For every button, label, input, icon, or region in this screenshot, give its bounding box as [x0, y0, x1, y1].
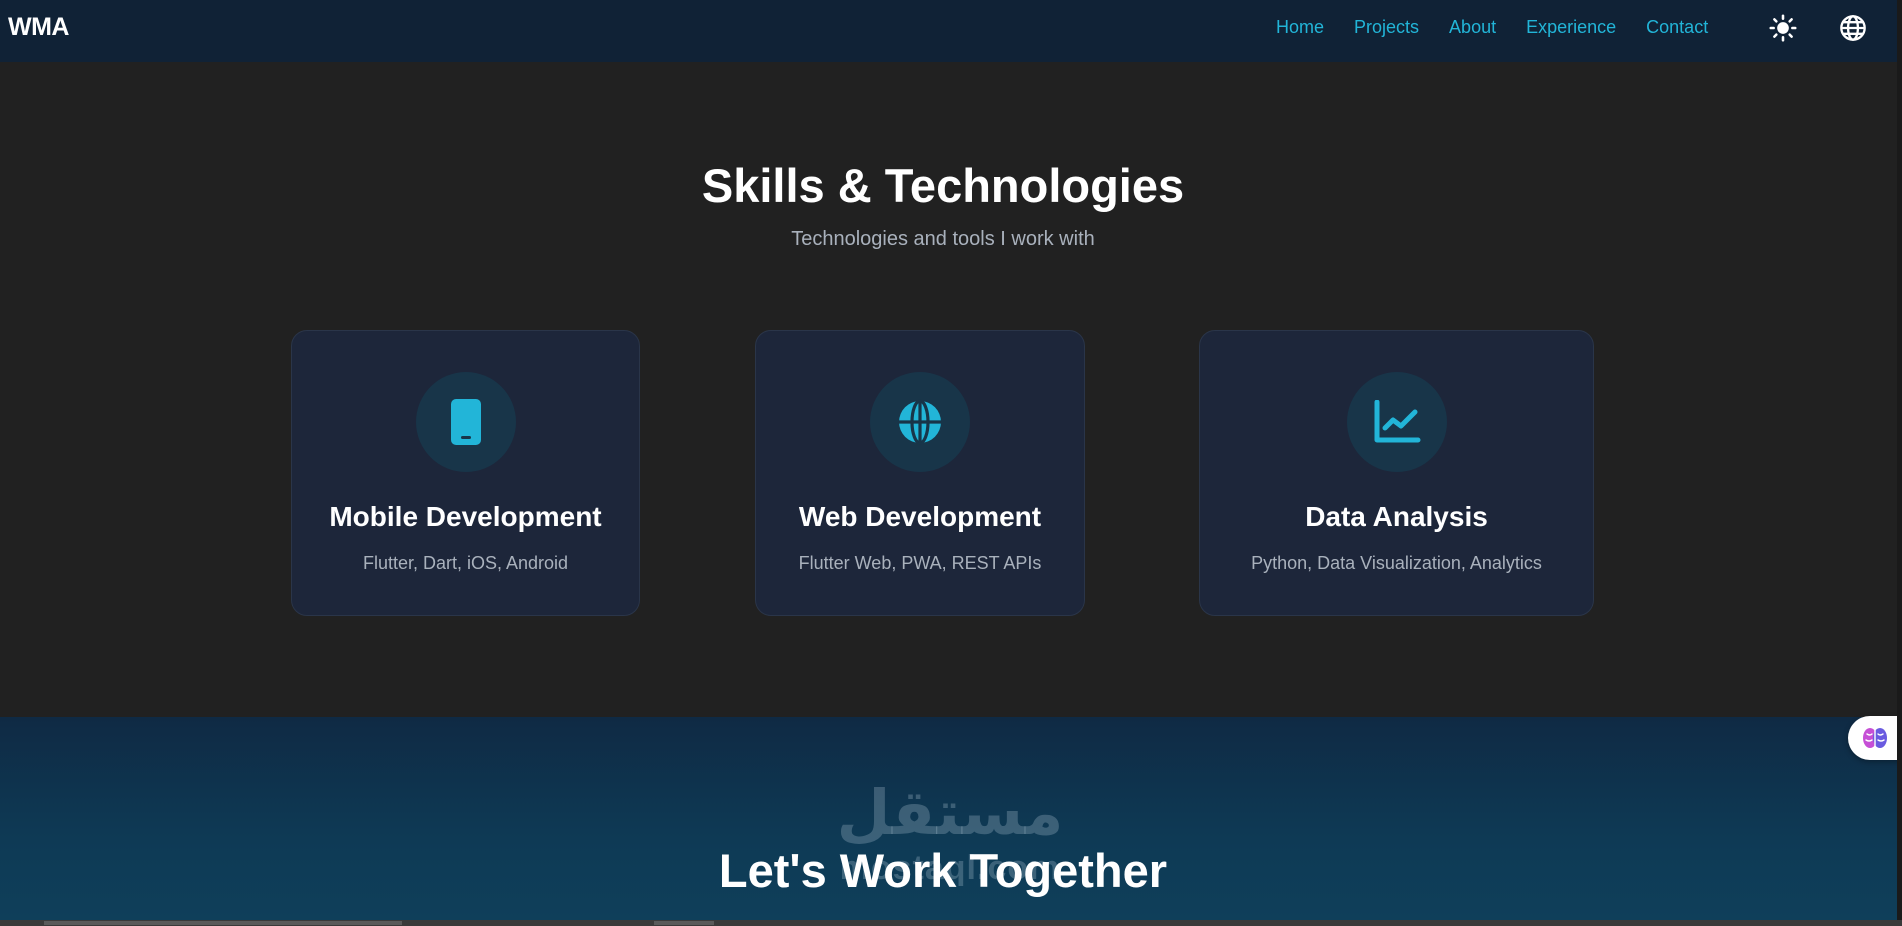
nav-link-home[interactable]: Home — [1276, 16, 1324, 38]
skill-card-mobile: Mobile Development Flutter, Dart, iOS, A… — [291, 330, 640, 616]
skills-subtitle: Technologies and tools I work with — [791, 228, 1095, 250]
skill-card-web: Web Development Flutter Web, PWA, REST A… — [755, 330, 1085, 616]
cta-section: مستقل mostaql.com Let's Work Together — [0, 717, 1897, 920]
card-description: Python, Data Visualization, Analytics — [1251, 553, 1542, 573]
cta-title: Let's Work Together — [718, 844, 1168, 897]
card-description: Flutter Web, PWA, REST APIs — [798, 553, 1042, 573]
theme-toggle-button[interactable] — [1768, 13, 1798, 43]
nav-link-contact[interactable]: Contact — [1646, 16, 1708, 38]
page: WMA Home Projects About Experience Conta… — [0, 0, 1902, 926]
globe-icon — [1840, 15, 1866, 41]
bottom-bar-segment — [44, 921, 402, 925]
sun-icon — [1769, 14, 1797, 42]
nav-link-projects[interactable]: Projects — [1354, 16, 1419, 38]
icon-circle — [1346, 372, 1447, 472]
brain-icon — [1863, 728, 1887, 748]
navbar: WMA Home Projects About Experience Conta… — [0, 0, 1897, 62]
brand-logo[interactable]: WMA — [8, 13, 69, 42]
nav-links: Home Projects About Experience Contact — [1276, 16, 1738, 38]
card-title: Mobile Development — [329, 501, 602, 532]
card-description: Flutter, Dart, iOS, Android — [362, 553, 569, 573]
icon-circle — [415, 372, 516, 472]
ai-assistant-button[interactable] — [1848, 716, 1902, 760]
chart-icon — [1374, 400, 1420, 443]
watermark-arabic: مستقل — [836, 779, 1064, 848]
language-button[interactable] — [1838, 13, 1868, 43]
skill-card-data: Data Analysis Python, Data Visualization… — [1199, 330, 1594, 616]
scrollbar-track[interactable] — [1897, 0, 1902, 926]
bottom-bar-segment — [654, 921, 714, 925]
card-title: Web Development — [798, 501, 1042, 532]
skills-section: Skills & Technologies Technologies and t… — [0, 62, 1897, 717]
nav-link-about[interactable]: About — [1449, 16, 1496, 38]
mobile-icon — [450, 399, 481, 445]
skills-title: Skills & Technologies — [701, 159, 1185, 212]
globe-icon — [899, 399, 941, 445]
icon-circle — [870, 372, 970, 472]
card-title: Data Analysis — [1305, 501, 1488, 532]
nav-link-experience[interactable]: Experience — [1526, 16, 1616, 38]
